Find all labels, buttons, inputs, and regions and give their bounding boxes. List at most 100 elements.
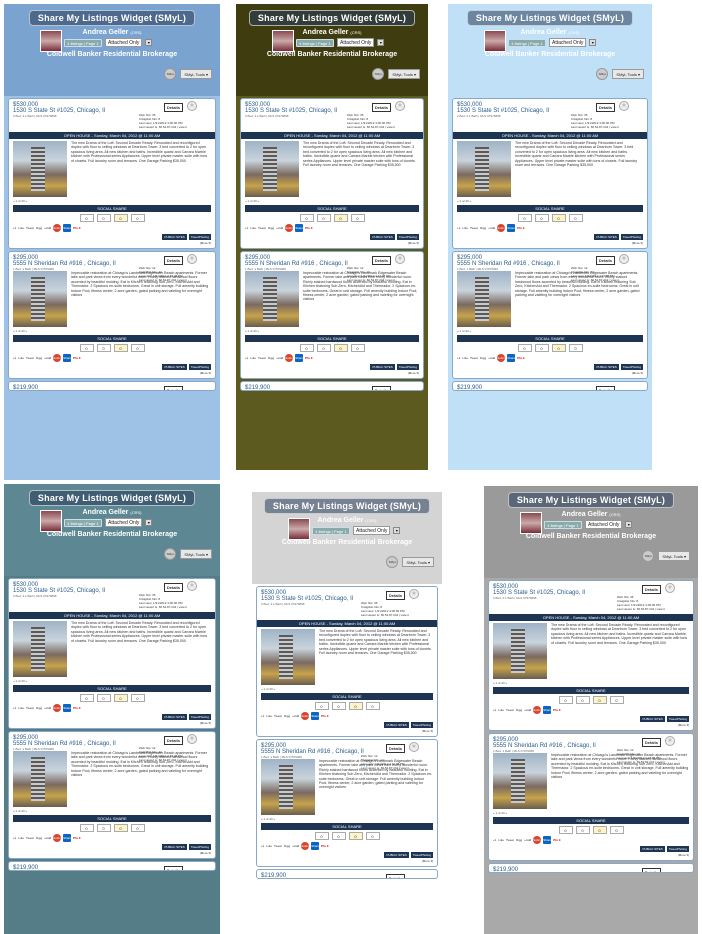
linkedin-share-button[interactable]: Share	[295, 354, 303, 362]
tweet-button[interactable]: Tweet	[26, 706, 34, 710]
listing-photo[interactable]	[261, 759, 315, 815]
star-icon[interactable]: ★	[665, 583, 675, 593]
tools-button[interactable]: SMyL Tools ▾	[658, 551, 690, 561]
submit-button[interactable]: Submit	[301, 712, 311, 720]
plus-one-button[interactable]: +1	[457, 356, 460, 360]
chevron-down-icon[interactable]: ▾	[145, 519, 153, 526]
more-link[interactable]: (More ▾)	[245, 371, 419, 375]
listings-select[interactable]: 4 listings | Page 1	[64, 518, 102, 527]
tweet-button[interactable]: Tweet	[274, 844, 282, 848]
add-button[interactable]: +Add	[44, 356, 51, 360]
more-link[interactable]: (More ▾)	[13, 371, 211, 375]
linkedin-share-button[interactable]: Share	[543, 706, 551, 714]
public-sites-label[interactable]: PUBLIC SITES	[384, 852, 409, 858]
public-sites-label[interactable]: PUBLIC SITES	[370, 364, 395, 370]
listing-photo[interactable]	[261, 629, 315, 685]
photo-controls[interactable]: « 1 of 20 »	[13, 679, 67, 683]
pinterest-button[interactable]: Pin it	[517, 356, 524, 360]
tweetphoto-label[interactable]: TweetPhoting	[188, 714, 211, 720]
tools-button[interactable]: SMyL Tools ▾	[180, 549, 212, 559]
chevron-down-icon[interactable]: ▾	[145, 39, 153, 46]
linkedin-share-button[interactable]: Share	[507, 224, 515, 232]
submit-button[interactable]: Submit	[497, 354, 507, 362]
add-button[interactable]: +Add	[488, 226, 495, 230]
pinterest-button[interactable]: Pin it	[305, 356, 312, 360]
more-link[interactable]: (More ▾)	[493, 853, 689, 857]
digg-button[interactable]: Digg	[284, 844, 290, 848]
chevron-down-icon[interactable]: ▾	[625, 521, 633, 528]
details-button[interactable]: Details	[595, 256, 615, 265]
more-link[interactable]: (More ▾)	[261, 859, 433, 863]
linkedin-share-button[interactable]: Share	[507, 354, 515, 362]
add-button[interactable]: +Add	[524, 708, 531, 712]
listings-select[interactable]: 4 listings | Page 1	[508, 38, 546, 47]
tweetphoto-label[interactable]: TweetPhoting	[666, 716, 689, 722]
more-link[interactable]: (More ▾)	[13, 721, 211, 725]
public-sites-label[interactable]: PUBLIC SITES	[640, 716, 665, 722]
details-button[interactable]: Details	[385, 874, 405, 878]
listing-photo[interactable]	[457, 271, 511, 327]
listing-photo[interactable]	[245, 141, 299, 197]
photo-controls[interactable]: « 1 of 20 »	[13, 329, 67, 333]
share-circle-icon[interactable]: SMyL	[164, 68, 177, 80]
share-circle-icon[interactable]: SMyL	[386, 556, 399, 568]
digg-button[interactable]: Digg	[284, 714, 290, 718]
more-link[interactable]: (More ▾)	[13, 851, 211, 855]
listings-select[interactable]: 4 listings | Page 1	[64, 38, 102, 47]
linkedin-share-button[interactable]: Share	[63, 354, 71, 362]
digg-button[interactable]: Digg	[480, 226, 486, 230]
share-circle-icon[interactable]: SMyL	[164, 548, 177, 560]
chevron-down-icon[interactable]: ▾	[393, 527, 401, 534]
plus-one-button[interactable]: +1	[493, 838, 496, 842]
pinterest-button[interactable]: Pin it	[321, 844, 328, 848]
public-sites-label[interactable]: PUBLIC SITES	[640, 846, 665, 852]
details-button[interactable]: Details	[371, 386, 391, 390]
linkedin-share-button[interactable]: Share	[63, 704, 71, 712]
public-sites-label[interactable]: PUBLIC SITES	[162, 364, 187, 370]
star-icon[interactable]: ★	[187, 101, 197, 111]
more-link[interactable]: (More ▾)	[245, 241, 419, 245]
submit-button[interactable]: Submit	[53, 354, 63, 362]
photo-controls[interactable]: « 1 of 20 »	[457, 329, 511, 333]
facebook-like-button[interactable]: Like	[266, 844, 272, 848]
add-button[interactable]: +Add	[44, 706, 51, 710]
tweet-button[interactable]: Tweet	[506, 708, 514, 712]
photo-controls[interactable]: « 1 of 20 »	[261, 687, 315, 691]
linkedin-share-button[interactable]: Share	[295, 224, 303, 232]
star-icon[interactable]: ★	[409, 589, 419, 599]
facebook-like-button[interactable]: Like	[498, 838, 504, 842]
pinterest-button[interactable]: Pin it	[73, 226, 80, 230]
tweetphoto-label[interactable]: TweetPhoting	[410, 722, 433, 728]
public-sites-label[interactable]: PUBLIC SITES	[370, 234, 395, 240]
details-button[interactable]: Details	[385, 744, 405, 753]
add-button[interactable]: +Add	[276, 226, 283, 230]
digg-button[interactable]: Digg	[36, 836, 42, 840]
tweetphoto-label[interactable]: TweetPhoting	[188, 844, 211, 850]
tweetphoto-label[interactable]: TweetPhoting	[666, 846, 689, 852]
star-icon[interactable]: ★	[619, 254, 629, 264]
details-button[interactable]: Details	[641, 868, 661, 872]
facebook-like-button[interactable]: Like	[266, 714, 272, 718]
plus-one-button[interactable]: +1	[245, 226, 248, 230]
listings-select[interactable]: 4 listings | Page 1	[544, 520, 582, 529]
details-button[interactable]: Details	[163, 103, 183, 112]
more-link[interactable]: (More ▾)	[13, 241, 211, 245]
add-button[interactable]: +Add	[292, 714, 299, 718]
tools-button[interactable]: SMyL Tools ▾	[180, 69, 212, 79]
star-icon[interactable]: ★	[665, 736, 675, 746]
tools-button[interactable]: SMyL Tools ▾	[402, 557, 434, 567]
facebook-like-button[interactable]: Like	[250, 356, 256, 360]
tweetphoto-label[interactable]: TweetPhoting	[188, 234, 211, 240]
listing-photo[interactable]	[13, 751, 67, 807]
listing-photo[interactable]	[457, 141, 511, 197]
attached-select[interactable]: Attached Only	[353, 526, 391, 535]
linkedin-share-button[interactable]: Share	[63, 834, 71, 842]
tweet-button[interactable]: Tweet	[258, 356, 266, 360]
plus-one-button[interactable]: +1	[13, 226, 16, 230]
more-link[interactable]: (More ▾)	[261, 729, 433, 733]
digg-button[interactable]: Digg	[516, 708, 522, 712]
pinterest-button[interactable]: Pin it	[305, 226, 312, 230]
submit-button[interactable]: Submit	[533, 836, 543, 844]
photo-controls[interactable]: « 1 of 20 »	[493, 681, 547, 685]
star-icon[interactable]: ★	[187, 734, 197, 744]
